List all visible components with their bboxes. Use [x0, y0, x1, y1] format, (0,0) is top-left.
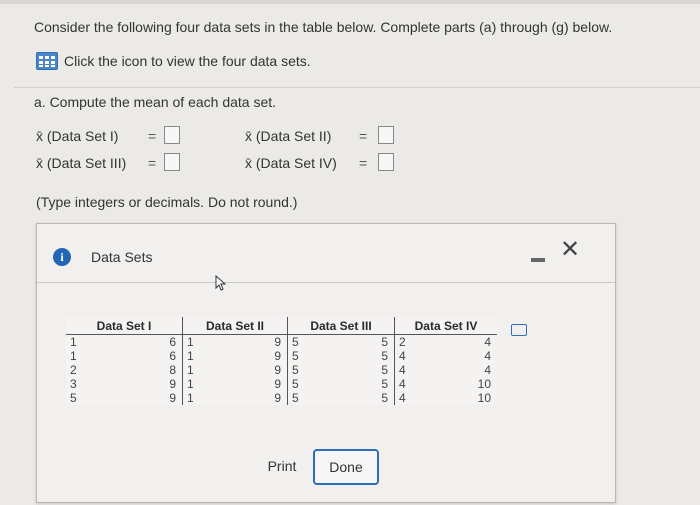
cell-set1-y: 6	[123, 334, 183, 349]
cell-set2-x: 1	[187, 335, 194, 349]
equals-sign: =	[148, 128, 157, 144]
cell-set2-y: 9	[235, 377, 288, 391]
cell-set4-x: 4	[399, 391, 406, 405]
table-row: 3 9 1 9 5 5 4 10	[66, 377, 497, 391]
table-row: 1 6 1 9 5 5 2 4	[66, 334, 497, 349]
done-button[interactable]: Done	[313, 449, 379, 485]
dialog-header: i Data Sets ✕	[37, 224, 615, 282]
cell-set4-x: 4	[399, 349, 406, 363]
mean-label-set-3: x̄ (Data Set III)	[36, 155, 127, 171]
cell-set4-y: 4	[484, 363, 491, 377]
cell-set4-y: 4	[484, 335, 491, 349]
view-data-sets-link[interactable]: Click the icon to view the four data set…	[64, 53, 311, 69]
table-header-row: Data Set I Data Set II Data Set III Data…	[66, 317, 497, 335]
table-row: 5 9 1 9 5 5 4 10	[66, 391, 497, 405]
cell-set2-x: 1	[187, 349, 194, 363]
header-data-set-4: Data Set IV	[394, 317, 497, 335]
mean-input-set-2[interactable]	[378, 126, 394, 144]
cell-set3-y: 5	[341, 363, 395, 377]
cell-set2-x: 1	[187, 377, 194, 391]
cell-set1-x: 2	[70, 363, 77, 377]
cell-set4-x: 4	[399, 363, 406, 377]
cell-set2-y: 9	[235, 349, 288, 363]
table-row: 1 6 1 9 5 5 4 4	[66, 349, 497, 363]
cell-set1-x: 1	[70, 335, 77, 349]
table-row: 2 8 1 9 5 5 4 4	[66, 363, 497, 377]
answer-hint: (Type integers or decimals. Do not round…	[36, 194, 298, 210]
minimize-icon[interactable]	[531, 258, 545, 262]
header-data-set-3: Data Set III	[287, 317, 395, 335]
equals-sign: =	[359, 155, 368, 171]
cell-set4-y: 10	[477, 377, 491, 391]
data-table-icon[interactable]	[36, 52, 58, 70]
mean-input-set-1[interactable]	[164, 126, 180, 144]
cell-set3-x: 5	[292, 335, 299, 349]
cell-set3-x: 5	[292, 363, 299, 377]
cell-set3-y: 5	[341, 377, 395, 391]
question-instruction: Consider the following four data sets in…	[34, 19, 613, 35]
cell-set2-y: 9	[235, 334, 288, 349]
dialog-title: Data Sets	[91, 249, 153, 265]
cell-set3-x: 5	[292, 377, 299, 391]
cell-set3-y: 5	[341, 349, 395, 363]
cell-set3-y: 5	[341, 391, 395, 405]
print-button[interactable]: Print	[261, 451, 303, 481]
data-sets-table: Data Set I Data Set II Data Set III Data…	[66, 317, 497, 405]
cell-set1-y: 9	[123, 391, 183, 405]
copy-icon[interactable]	[511, 324, 527, 336]
mean-input-set-3[interactable]	[164, 153, 180, 171]
mean-input-set-4[interactable]	[378, 153, 394, 171]
cell-set4-y: 10	[477, 391, 491, 405]
cell-set2-y: 9	[235, 363, 288, 377]
close-icon[interactable]: ✕	[560, 238, 580, 262]
cell-set1-y: 8	[123, 363, 183, 377]
cell-set2-x: 1	[187, 391, 194, 405]
cell-set2-x: 1	[187, 363, 194, 377]
dialog-divider	[37, 282, 615, 283]
cell-set3-x: 5	[292, 349, 299, 363]
equals-sign: =	[359, 128, 368, 144]
header-data-set-2: Data Set II	[182, 317, 288, 335]
cell-set1-y: 6	[123, 349, 183, 363]
cell-set4-x: 4	[399, 377, 406, 391]
cell-set1-x: 1	[70, 349, 77, 363]
cell-set3-x: 5	[292, 391, 299, 405]
mouse-cursor-icon	[215, 275, 227, 291]
cell-set4-x: 2	[399, 335, 406, 349]
cell-set1-y: 9	[123, 377, 183, 391]
cell-set1-x: 5	[70, 391, 77, 405]
info-icon: i	[53, 248, 71, 266]
cell-set3-y: 5	[341, 334, 395, 349]
equals-sign: =	[148, 155, 157, 171]
page: Consider the following four data sets in…	[0, 0, 700, 505]
mean-label-set-2: x̄ (Data Set II)	[245, 128, 332, 144]
part-a-prompt: a. Compute the mean of each data set.	[34, 94, 277, 110]
section-divider	[14, 87, 700, 88]
cell-set2-y: 9	[235, 391, 288, 405]
cell-set1-x: 3	[70, 377, 77, 391]
data-sets-dialog: i Data Sets ✕ Data Set I Data Set II Dat…	[36, 223, 616, 503]
mean-label-set-4: x̄ (Data Set IV)	[245, 155, 337, 171]
header-data-set-1: Data Set I	[66, 317, 183, 335]
cell-set4-y: 4	[484, 349, 491, 363]
mean-label-set-1: x̄ (Data Set I)	[36, 128, 119, 144]
top-divider	[0, 0, 700, 4]
